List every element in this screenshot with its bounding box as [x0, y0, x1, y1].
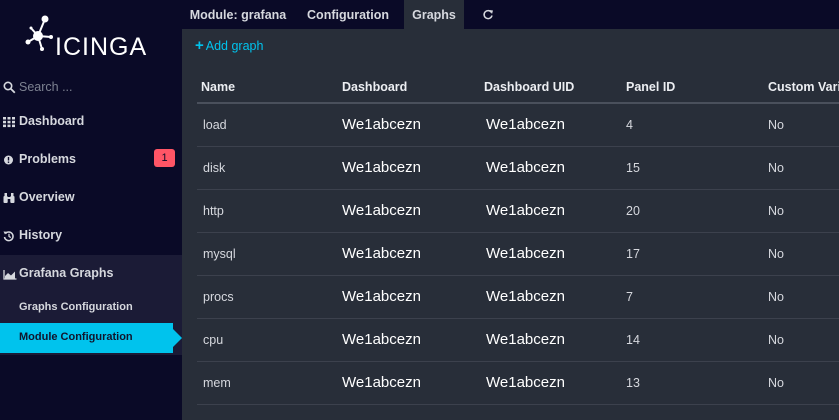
tab-configuration[interactable]: Configuration [302, 0, 394, 29]
cell-custom: No [768, 333, 784, 347]
cell-name: mem [203, 376, 231, 390]
nav-item-dashboard[interactable]: Dashboard [0, 103, 182, 141]
cell-panel: 13 [626, 376, 640, 390]
cell-name: cpu [203, 333, 224, 347]
column-header-name[interactable]: Name [201, 80, 235, 94]
cell-dashboard: We1abcezn [342, 374, 421, 391]
column-header-dashboard[interactable]: Dashboard [342, 80, 407, 94]
add-graph-link[interactable]: + Add graph [195, 37, 263, 54]
logo-text: ICINGA [55, 33, 147, 60]
tab-module-grafana[interactable]: Module: grafana [182, 0, 294, 29]
cell-dashboard: We1abcezn [342, 288, 421, 305]
table-row[interactable]: load We1abcezn We1abcezn 4 No [197, 104, 839, 147]
cell-dashboard: We1abcezn [342, 245, 421, 262]
cell-custom: No [768, 161, 784, 175]
binoculars-icon [3, 193, 15, 203]
cell-dashboard: We1abcezn [342, 159, 421, 176]
plus-icon: + [195, 37, 204, 54]
table-row[interactable]: mem We1abcezn We1abcezn 13 No [197, 362, 839, 405]
search-placeholder: Search ... [19, 80, 73, 94]
nav-item-graphs-configuration[interactable]: Graphs Configuration [0, 293, 182, 323]
cell-uid: We1abcezn [486, 374, 565, 391]
table-row[interactable]: mysql We1abcezn We1abcezn 17 No [197, 233, 839, 276]
column-header-dashboard-uid[interactable]: Dashboard UID [484, 80, 574, 94]
cell-name: mysql [203, 247, 236, 261]
cell-uid: We1abcezn [486, 288, 565, 305]
cell-panel: 20 [626, 204, 640, 218]
nav-item-history[interactable]: History [0, 217, 182, 255]
cell-name: load [203, 118, 227, 132]
nav-label-graphs-configuration: Graphs Configuration [19, 301, 133, 313]
nav-label-overview: Overview [19, 190, 75, 204]
exclamation-circle-icon [4, 155, 13, 165]
cell-custom: No [768, 247, 784, 261]
tab-bar: Module: grafana Configuration Graphs [182, 0, 839, 29]
cell-panel: 14 [626, 333, 640, 347]
search-icon [3, 81, 16, 94]
cell-panel: 17 [626, 247, 640, 261]
nav-label-module-configuration: Module Configuration [19, 331, 133, 343]
nav-label-history: History [19, 228, 63, 242]
grafana-graphs-section: Grafana Graphs Graphs Configuration Modu… [0, 255, 182, 355]
cell-panel: 7 [626, 290, 633, 304]
cell-custom: No [768, 376, 784, 390]
cell-panel: 15 [626, 161, 640, 175]
cell-uid: We1abcezn [486, 159, 565, 176]
problems-count-badge: 1 [154, 149, 175, 167]
sidebar: ICINGA Search ... Dashboard Problems 1 O… [0, 0, 182, 420]
cell-uid: We1abcezn [486, 245, 565, 262]
cell-dashboard: We1abcezn [342, 116, 421, 133]
nav-item-grafana-graphs[interactable]: Grafana Graphs [0, 255, 182, 293]
history-icon [3, 231, 14, 242]
nav-label-problems: Problems [19, 152, 76, 166]
cell-name: http [203, 204, 224, 218]
icinga-logo[interactable]: ICINGA [24, 12, 154, 65]
search-input[interactable]: Search ... [0, 78, 182, 98]
cell-custom: No [768, 204, 784, 218]
area-chart-icon [3, 270, 17, 280]
cell-uid: We1abcezn [486, 331, 565, 348]
cell-uid: We1abcezn [486, 202, 565, 219]
column-header-custom-variables[interactable]: Custom Variables [768, 80, 839, 94]
nav-label-dashboard: Dashboard [19, 114, 85, 128]
table-row[interactable]: http We1abcezn We1abcezn 20 No [197, 190, 839, 233]
cell-panel: 4 [626, 118, 633, 132]
tab-graphs[interactable]: Graphs [404, 0, 464, 29]
cell-name: disk [203, 161, 226, 175]
cell-dashboard: We1abcezn [342, 202, 421, 219]
table-row[interactable]: disk We1abcezn We1abcezn 15 No [197, 147, 839, 190]
active-indicator-arrow [173, 329, 182, 347]
nav-item-overview[interactable]: Overview [0, 179, 182, 217]
cell-uid: We1abcezn [486, 116, 565, 133]
cell-dashboard: We1abcezn [342, 331, 421, 348]
cell-custom: No [768, 118, 784, 132]
cell-custom: No [768, 290, 784, 304]
refresh-button[interactable] [474, 0, 502, 29]
icinga-logo-mark: ICINGA [25, 15, 147, 61]
table-row[interactable]: cpu We1abcezn We1abcezn 14 No [197, 319, 839, 362]
add-graph-label: Add graph [205, 39, 264, 53]
refresh-icon [483, 9, 493, 20]
column-header-panel-id[interactable]: Panel ID [626, 80, 675, 94]
grid-icon [3, 117, 15, 128]
cell-name: procs [203, 290, 234, 304]
nav-item-module-configuration[interactable]: Module Configuration [0, 323, 182, 353]
nav-label-grafana-graphs: Grafana Graphs [19, 266, 114, 280]
table-row[interactable]: procs We1abcezn We1abcezn 7 No [197, 276, 839, 319]
row-divider [197, 404, 839, 405]
